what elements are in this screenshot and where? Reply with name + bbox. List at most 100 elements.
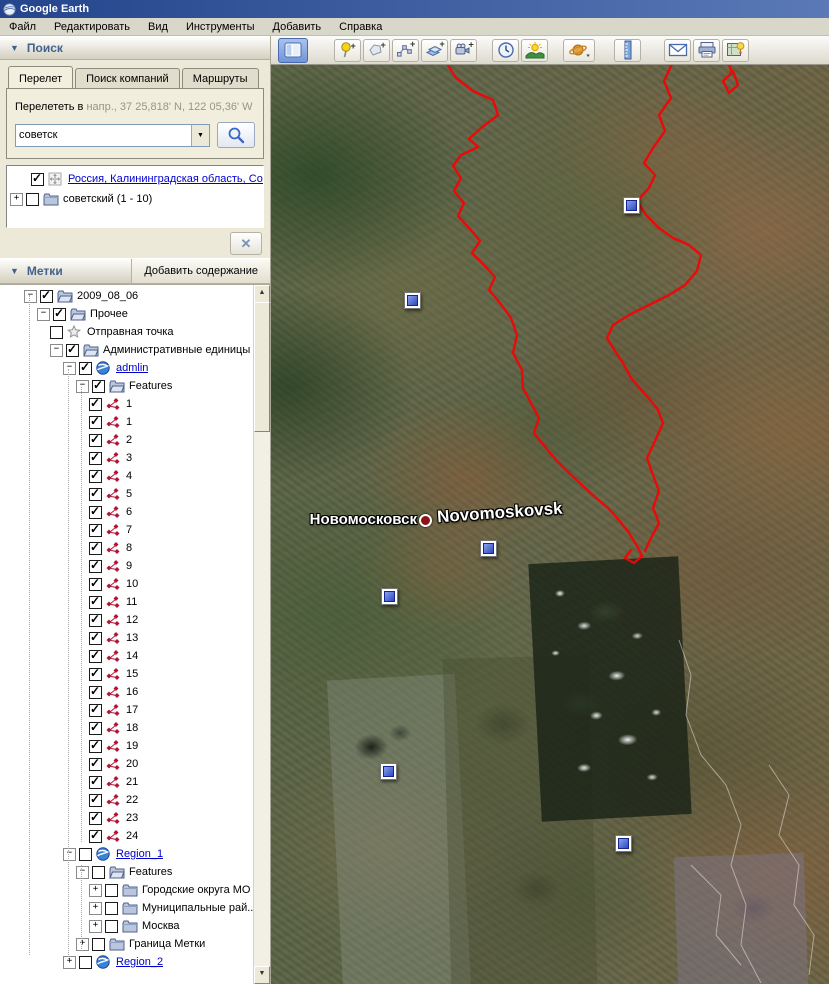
add-path-button[interactable]: + xyxy=(392,39,419,62)
tree-item[interactable]: 5 xyxy=(0,485,253,503)
item-checkbox[interactable] xyxy=(66,344,79,357)
tab-Поиск компаний[interactable]: Поиск компаний xyxy=(75,68,180,90)
sidebar-toggle-button[interactable] xyxy=(278,38,308,63)
item-checkbox[interactable] xyxy=(105,920,118,933)
scroll-up-button[interactable]: ▲ xyxy=(254,285,270,303)
tree-item[interactable]: +Граница Метки xyxy=(0,935,253,953)
item-checkbox[interactable] xyxy=(89,668,102,681)
item-checkbox[interactable] xyxy=(89,614,102,627)
add-content-button[interactable]: Добавить содержание xyxy=(131,259,270,283)
item-checkbox[interactable] xyxy=(89,650,102,663)
collapse-toggle[interactable]: − xyxy=(24,290,37,303)
scrollbar-thumb[interactable] xyxy=(254,302,270,432)
tree-item[interactable]: −Прочее xyxy=(0,305,253,323)
search-button[interactable] xyxy=(217,122,255,148)
collapse-toggle[interactable]: − xyxy=(63,848,76,861)
result-item-label[interactable]: Россия, Калининградская область, Сов xyxy=(68,173,263,185)
menu-item-2[interactable]: Редактировать xyxy=(45,20,139,34)
collapse-toggle[interactable]: − xyxy=(37,308,50,321)
tree-item[interactable]: −2009_08_06 xyxy=(0,287,253,305)
item-checkbox[interactable] xyxy=(89,686,102,699)
clear-results-button[interactable]: ✕ xyxy=(230,232,262,255)
tree-item[interactable]: 11 xyxy=(0,593,253,611)
tree-item[interactable]: −Административные единицы xyxy=(0,341,253,359)
tree-item[interactable]: 4 xyxy=(0,467,253,485)
tree-item[interactable]: −Features xyxy=(0,863,253,881)
planets-button[interactable] xyxy=(563,39,595,62)
collapse-toggle[interactable]: − xyxy=(50,344,63,357)
tree-item-label[interactable]: Region_2 xyxy=(116,956,163,968)
expand-toggle[interactable]: + xyxy=(76,938,89,951)
item-checkbox[interactable] xyxy=(92,866,105,879)
map-marker[interactable] xyxy=(381,588,398,605)
item-checkbox[interactable] xyxy=(50,326,63,339)
add-polygon-button[interactable]: + xyxy=(363,39,390,62)
map-viewport[interactable]: НовомосковскNovomoskovsk xyxy=(271,65,829,984)
tree-item[interactable]: 16 xyxy=(0,683,253,701)
tree-item[interactable]: +Муниципальные рай... xyxy=(0,899,253,917)
map-marker[interactable] xyxy=(615,835,632,852)
item-checkbox[interactable] xyxy=(89,596,102,609)
item-checkbox[interactable] xyxy=(89,398,102,411)
search-result-item[interactable]: +советский (1 - 10) xyxy=(7,189,263,209)
menu-item-1[interactable]: Файл xyxy=(0,20,45,34)
item-checkbox[interactable] xyxy=(89,488,102,501)
item-checkbox[interactable] xyxy=(79,362,92,375)
item-checkbox[interactable] xyxy=(89,776,102,789)
menu-item-3[interactable]: Вид xyxy=(139,20,177,34)
tree-scrollbar[interactable]: ▲ ▼ xyxy=(253,285,270,984)
item-checkbox[interactable] xyxy=(31,173,44,186)
search-panel-header[interactable]: ▼ Поиск xyxy=(0,36,270,60)
item-checkbox[interactable] xyxy=(105,902,118,915)
menu-item-6[interactable]: Справка xyxy=(330,20,391,34)
item-checkbox[interactable] xyxy=(89,794,102,807)
tree-item[interactable]: 10 xyxy=(0,575,253,593)
tree-item[interactable]: 9 xyxy=(0,557,253,575)
tree-item[interactable]: 1 xyxy=(0,413,253,431)
add-image-overlay-button[interactable]: + xyxy=(421,39,448,62)
item-checkbox[interactable] xyxy=(89,632,102,645)
tree-item[interactable]: 3 xyxy=(0,449,253,467)
item-checkbox[interactable] xyxy=(89,416,102,429)
tree-item-label[interactable]: admlin xyxy=(116,362,148,374)
tree-item[interactable]: 1 xyxy=(0,395,253,413)
map-marker[interactable] xyxy=(380,763,397,780)
collapse-toggle[interactable]: − xyxy=(76,866,89,879)
historical-imagery-button[interactable] xyxy=(492,39,519,62)
tree-item[interactable]: 20 xyxy=(0,755,253,773)
collapse-toggle[interactable]: − xyxy=(63,362,76,375)
ruler-button[interactable] xyxy=(614,39,641,62)
item-checkbox[interactable] xyxy=(89,452,102,465)
item-checkbox[interactable] xyxy=(89,434,102,447)
item-checkbox[interactable] xyxy=(89,470,102,483)
item-checkbox[interactable] xyxy=(89,524,102,537)
expand-toggle[interactable]: + xyxy=(89,902,102,915)
item-checkbox[interactable] xyxy=(89,758,102,771)
tree-item[interactable]: 23 xyxy=(0,809,253,827)
email-button[interactable] xyxy=(664,39,691,62)
tab-Перелет[interactable]: Перелет xyxy=(8,66,73,88)
item-checkbox[interactable] xyxy=(89,578,102,591)
tree-item[interactable]: 12 xyxy=(0,611,253,629)
expand-toggle[interactable]: + xyxy=(63,956,76,969)
tree-item[interactable]: 21 xyxy=(0,773,253,791)
combo-dropdown-button[interactable]: ▼ xyxy=(191,125,209,146)
menu-item-4[interactable]: Инструменты xyxy=(177,20,264,34)
item-checkbox[interactable] xyxy=(89,560,102,573)
item-checkbox[interactable] xyxy=(79,848,92,861)
item-checkbox[interactable] xyxy=(40,290,53,303)
search-result-item[interactable]: Россия, Калининградская область, Сов xyxy=(7,169,263,189)
item-checkbox[interactable] xyxy=(89,740,102,753)
item-checkbox[interactable] xyxy=(89,506,102,519)
map-marker[interactable] xyxy=(404,292,421,309)
sunlight-button[interactable] xyxy=(521,39,548,62)
tree-item[interactable]: 19 xyxy=(0,737,253,755)
print-button[interactable] xyxy=(693,39,720,62)
search-combobox[interactable]: ▼ xyxy=(15,124,210,147)
tree-item[interactable]: −Region_1 xyxy=(0,845,253,863)
tree-item[interactable]: − admlin xyxy=(0,359,253,377)
item-checkbox[interactable] xyxy=(26,193,39,206)
item-checkbox[interactable] xyxy=(105,884,118,897)
tree-item[interactable]: +Городские округа МО xyxy=(0,881,253,899)
record-tour-button[interactable]: + xyxy=(450,39,477,62)
